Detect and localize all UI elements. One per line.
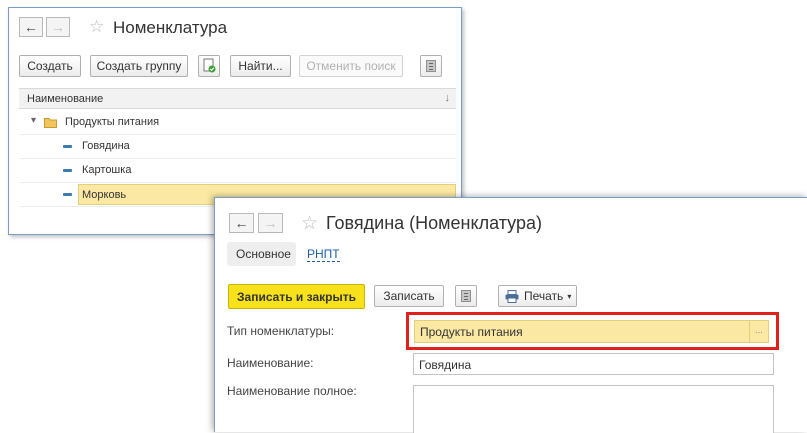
create-button[interactable]: Создать — [19, 55, 81, 77]
name-label: Наименование: — [227, 356, 314, 370]
back-button[interactable]: ← — [229, 213, 254, 233]
sort-arrow-icon[interactable]: ↓ — [445, 92, 451, 104]
print-button[interactable]: Печать ▾ — [498, 285, 577, 307]
more-actions-button[interactable] — [420, 55, 442, 77]
copy-document-icon — [203, 58, 216, 73]
column-name-label: Наименование — [27, 93, 104, 105]
create-group-button[interactable]: Создать группу — [90, 55, 188, 77]
dropdown-arrow-icon: ▾ — [567, 291, 572, 301]
find-button[interactable]: Найти... — [230, 55, 291, 77]
list-item[interactable]: Говядина — [19, 135, 456, 159]
window-title: Номенклатура — [113, 18, 228, 37]
more-actions-button[interactable] — [455, 285, 477, 307]
forward-button[interactable]: → — [46, 17, 70, 37]
window-title: Говядина (Номенклатура) — [326, 213, 542, 233]
cancel-search-button[interactable]: Отменить поиск — [299, 55, 403, 77]
forward-button[interactable]: → — [258, 213, 283, 233]
highlight-frame: Продукты питания ... — [406, 312, 779, 350]
print-label: Печать — [524, 289, 564, 303]
tab-rnpt-label: РНПТ — [307, 247, 340, 262]
column-header[interactable]: Наименование ↓ — [19, 88, 456, 109]
tab-main[interactable]: Основное — [227, 242, 296, 266]
item-marker-icon — [63, 193, 72, 196]
type-field[interactable]: Продукты питания ... — [414, 320, 769, 343]
favorite-star-icon[interactable]: ☆ — [301, 212, 318, 235]
select-button[interactable]: ... — [749, 321, 768, 342]
item-form-window: ← → ☆ Говядина (Номенклатура) Основное Р… — [214, 197, 807, 433]
type-field-value: Продукты питания — [420, 325, 523, 339]
list-item-group[interactable]: ▾ Продукты питания — [19, 111, 456, 135]
favorite-star-icon[interactable]: ☆ — [89, 17, 104, 37]
expand-chevron-icon[interactable]: ▾ — [31, 115, 36, 126]
item-marker-icon — [63, 169, 72, 172]
name-field[interactable]: Говядина — [413, 353, 774, 375]
list-item-label: Говядина — [82, 140, 130, 152]
list-item-label: Картошка — [82, 164, 132, 176]
save-button[interactable]: Записать — [374, 285, 444, 307]
list-item-label: Продукты питания — [65, 116, 160, 128]
full-name-field[interactable] — [413, 385, 774, 433]
folder-icon — [44, 118, 57, 128]
list-item[interactable]: Картошка — [19, 159, 456, 183]
printer-icon — [505, 289, 519, 303]
full-name-label: Наименование полное: — [227, 384, 357, 398]
arrow-right-icon: → — [263, 215, 278, 231]
item-marker-icon — [63, 145, 72, 148]
type-label: Тип номенклатуры: — [227, 324, 335, 338]
name-field-value: Говядина — [419, 358, 472, 372]
back-button[interactable]: ← — [19, 17, 43, 37]
arrow-left-icon: ← — [234, 215, 249, 231]
list-document-icon — [426, 60, 436, 72]
list-item-label: Морковь — [82, 189, 127, 201]
copy-button[interactable] — [198, 55, 220, 77]
tab-main-label: Основное — [236, 247, 291, 261]
list-document-icon — [461, 290, 471, 302]
save-and-close-button[interactable]: Записать и закрыть — [228, 284, 365, 309]
arrow-left-icon: ← — [24, 19, 38, 35]
arrow-right-icon: → — [51, 19, 65, 35]
